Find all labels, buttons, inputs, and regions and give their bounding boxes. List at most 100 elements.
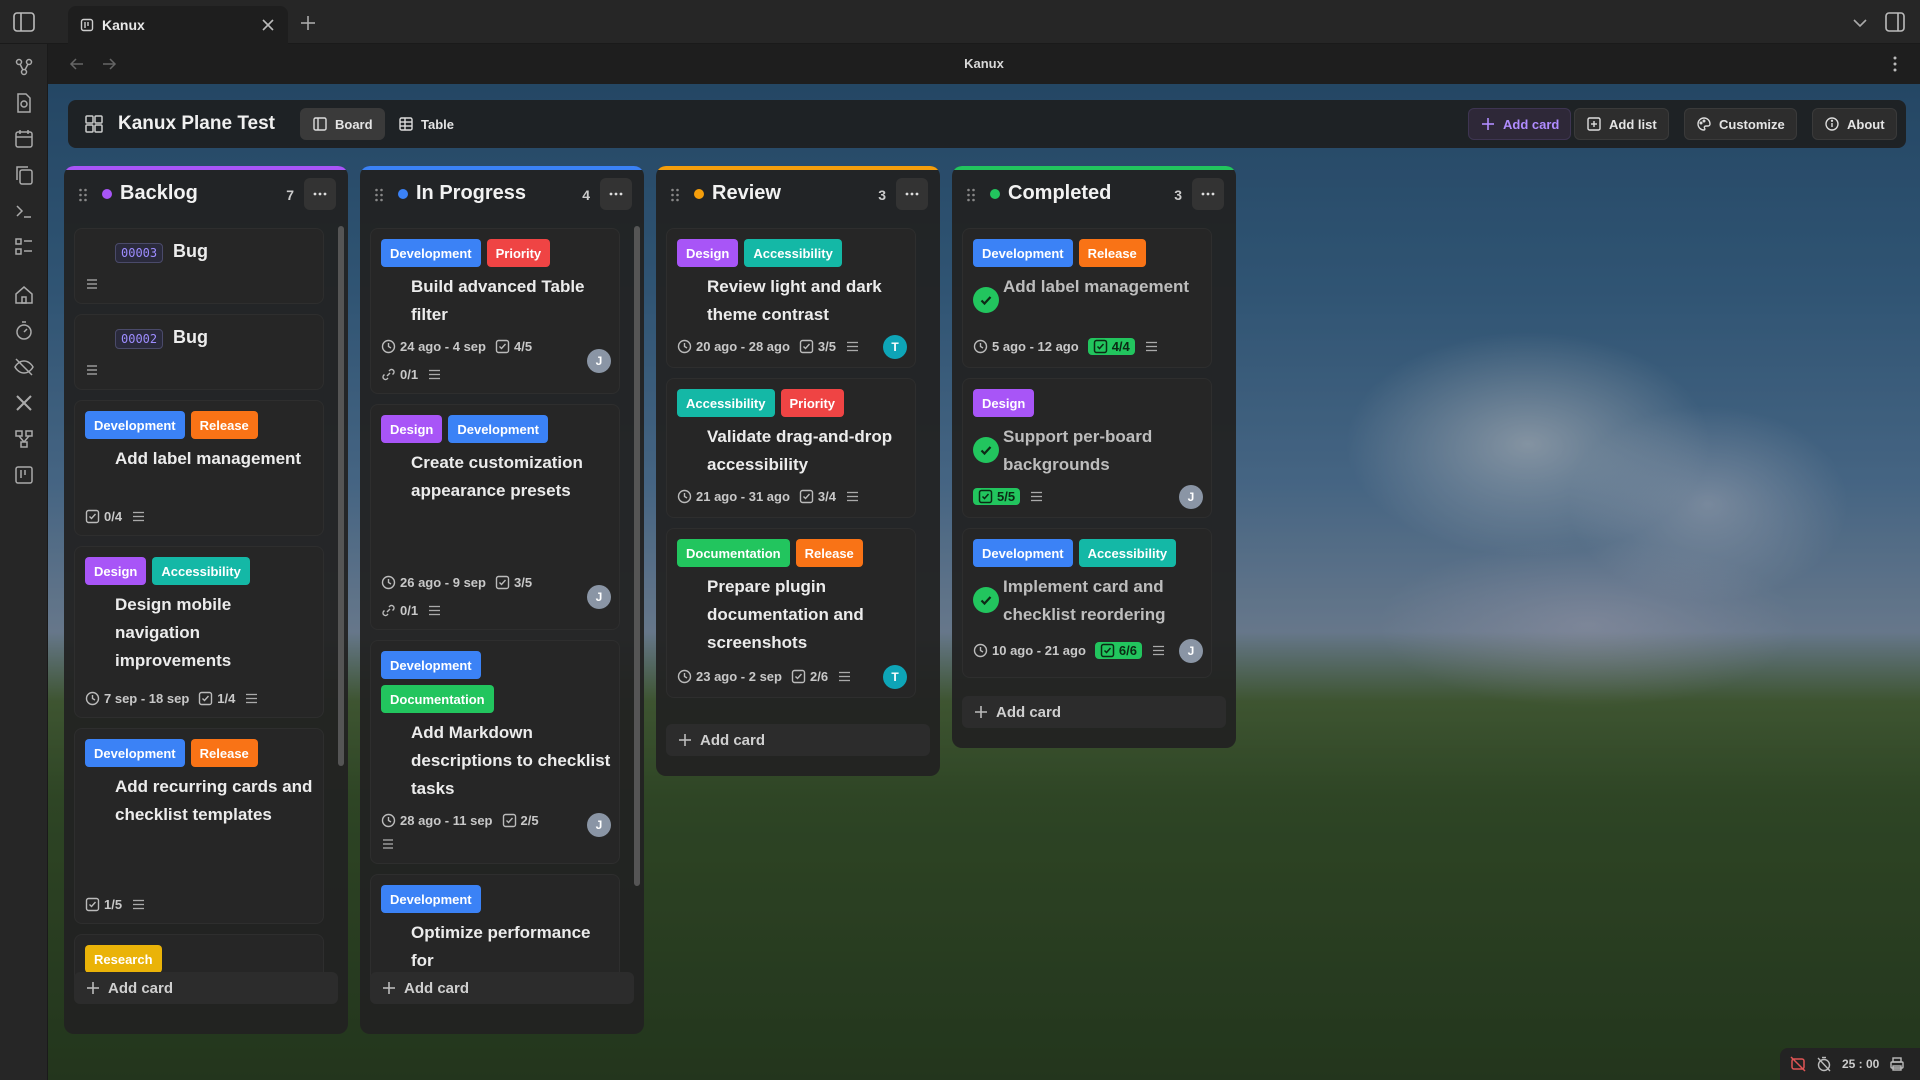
about-button[interactable]: About: [1812, 108, 1897, 140]
card-meta: 24 ago - 4 sep 4/5: [381, 335, 532, 357]
due-dates: 21 ago - 31 ago: [677, 489, 790, 504]
card[interactable]: Design Development Create customization …: [370, 404, 620, 630]
completed-check-icon[interactable]: [973, 287, 999, 313]
timer-icon[interactable]: [13, 320, 35, 342]
card-title: Validate drag-and-drop accessibility: [707, 427, 893, 474]
add-card-button[interactable]: Add card: [370, 972, 634, 1004]
sync-off-icon[interactable]: [1790, 1056, 1806, 1072]
timer-off-icon[interactable]: [1816, 1056, 1832, 1072]
card[interactable]: 00003 Bug: [74, 228, 324, 304]
tag-accessibility: Accessibility: [677, 389, 775, 417]
dates-value: 20 ago - 28 ago: [696, 338, 790, 354]
sidebar-toggle-icon[interactable]: [12, 11, 36, 33]
avatar[interactable]: T: [883, 665, 907, 689]
card[interactable]: Development Priority Build advanced Tabl…: [370, 228, 620, 394]
tools-icon[interactable]: [13, 392, 35, 414]
add-card-button[interactable]: Add card: [666, 724, 930, 756]
board-view-button[interactable]: Board: [300, 108, 385, 140]
checklist-complete: 6/6: [1094, 641, 1142, 659]
avatar[interactable]: J: [1179, 485, 1203, 509]
list-menu-button[interactable]: [600, 178, 632, 210]
checklist-count: 0/4: [85, 509, 122, 524]
close-icon[interactable]: [260, 17, 276, 33]
view-title: Kanux: [964, 56, 1004, 71]
card-title: Prepare plugin documentation and screens…: [707, 577, 864, 652]
completed-check-icon[interactable]: [973, 437, 999, 463]
card[interactable]: Design Accessibility Design mobile navig…: [74, 546, 324, 718]
clock-icon: [381, 575, 396, 590]
card[interactable]: Development Release Add label management…: [962, 228, 1212, 368]
drag-handle-icon[interactable]: [670, 187, 680, 203]
checklist-complete: 4/4: [1087, 337, 1135, 355]
tag-release: Release: [190, 739, 258, 767]
card-id-badge: 00002: [115, 329, 164, 349]
drag-handle-icon[interactable]: [78, 187, 88, 203]
card[interactable]: Development Accessibility Implement card…: [962, 528, 1212, 678]
checklist-count: 3/5: [495, 575, 532, 590]
graph-icon[interactable]: [13, 56, 35, 78]
layout-grid-icon[interactable]: [84, 114, 104, 134]
right-sidebar-toggle-icon[interactable]: [1884, 11, 1906, 33]
tag-accessibility: Accessibility: [744, 239, 842, 267]
chevron-down-icon[interactable]: [1850, 13, 1870, 33]
card[interactable]: Accessibility Priority Validate drag-and…: [666, 378, 916, 518]
list-color-dot: [990, 189, 1000, 199]
checklist-value: 6/6: [1118, 642, 1137, 658]
kanban-icon[interactable]: [13, 464, 35, 486]
avatar[interactable]: J: [1179, 639, 1203, 663]
avatar[interactable]: J: [587, 585, 611, 609]
calendar-icon[interactable]: [13, 128, 35, 150]
copy-icon[interactable]: [13, 164, 35, 186]
printer-icon[interactable]: [1889, 1056, 1905, 1072]
timer-value: 25 : 00: [1842, 1057, 1880, 1071]
more-vertical-icon[interactable]: [1886, 55, 1904, 73]
drag-handle-icon[interactable]: [966, 187, 976, 203]
table-icon: [398, 116, 414, 132]
drag-handle-icon[interactable]: [374, 187, 384, 203]
list-menu-button[interactable]: [1192, 178, 1224, 210]
checklist-value: 3/4: [817, 488, 836, 504]
card[interactable]: Development Documentation Add Markdown d…: [370, 640, 620, 864]
list-menu-button[interactable]: [896, 178, 928, 210]
avatar[interactable]: J: [587, 349, 611, 373]
dates-value: 5 ago - 12 ago: [992, 338, 1079, 354]
card[interactable]: 00002 Bug: [74, 314, 324, 390]
network-icon[interactable]: [13, 428, 35, 450]
card-title: Support per-board backgrounds: [1003, 427, 1153, 474]
table-view-button[interactable]: Table: [386, 108, 466, 140]
list-checks-icon[interactable]: [13, 236, 35, 258]
scrollbar[interactable]: [338, 226, 344, 766]
home-icon[interactable]: [13, 284, 35, 306]
add-card-button[interactable]: Add card: [1468, 108, 1572, 140]
card[interactable]: Documentation Release Prepare plugin doc…: [666, 528, 916, 698]
due-dates: 5 ago - 12 ago: [973, 339, 1079, 354]
completed-check-icon[interactable]: [973, 587, 999, 613]
card-count: 3: [1174, 187, 1182, 203]
scrollbar[interactable]: [634, 226, 640, 886]
add-list-button[interactable]: Add list: [1574, 108, 1669, 140]
checklist-value: 4/5: [513, 338, 533, 354]
list-header: Completed 3: [952, 170, 1236, 218]
terminal-icon[interactable]: [13, 200, 35, 222]
card-tags: Development Release: [973, 239, 1213, 267]
add-card-button[interactable]: Add card: [74, 972, 338, 1004]
card[interactable]: Development Release Add label management…: [74, 400, 324, 536]
card[interactable]: Development Release Add recurring cards …: [74, 728, 324, 924]
add-card-button[interactable]: Add card: [962, 696, 1226, 728]
checkbox-icon: [791, 669, 806, 684]
list-menu-button[interactable]: [304, 178, 336, 210]
avatar[interactable]: J: [587, 813, 611, 837]
checkbox-icon: [1100, 643, 1115, 658]
card[interactable]: Design Accessibility Review light and da…: [666, 228, 916, 368]
list-completed: Completed 3 Development Release Add labe…: [952, 166, 1236, 748]
dates-value: 26 ago - 9 sep: [400, 574, 486, 590]
card-id-badge: 00003: [115, 243, 164, 263]
tab-kanux[interactable]: Kanux: [68, 6, 288, 44]
file-search-icon[interactable]: [13, 92, 35, 114]
new-tab-plus-icon[interactable]: [298, 13, 318, 33]
customize-button[interactable]: Customize: [1684, 108, 1797, 140]
eye-off-icon[interactable]: [13, 356, 35, 378]
card-meta: 28 ago - 11 sep 2/5: [381, 809, 539, 831]
avatar[interactable]: T: [883, 335, 907, 359]
card[interactable]: Design Support per-board backgrounds 5/5…: [962, 378, 1212, 518]
